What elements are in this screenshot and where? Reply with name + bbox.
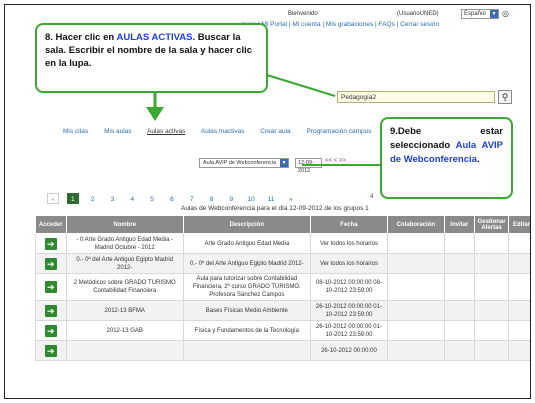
welcome-text: Bienvenido <box>288 11 318 17</box>
table-row: ➔ 26-10-2012 00:00:00 <box>35 340 530 361</box>
callout1-connector <box>266 74 336 97</box>
enter-arrow-icon[interactable]: ➔ <box>44 257 57 270</box>
col-editar: Editar <box>508 215 530 234</box>
table-row: ➔ 0.- 0º del Arte Antiguo Egipto Madrid … <box>35 253 530 274</box>
pager-page-10[interactable]: 10 <box>245 193 257 204</box>
col-fecha: Fecha <box>309 215 389 234</box>
pager-count: 4 <box>370 193 374 200</box>
row-nombre: 2012-13 BFMA <box>65 300 184 321</box>
row-nombre: 2012-13 GAB <box>65 320 184 341</box>
instruction-callout-9: 9.Debe estar seleccionado Aula AVIP de W… <box>380 117 513 199</box>
row-nombre: 0.- 0º del Arte Antiguo Egipto Madrid 20… <box>65 253 184 274</box>
row-fecha: 26-10-2012 00:00:00 <box>309 340 389 361</box>
pager-page-9[interactable]: 9 <box>225 193 237 204</box>
pager-page-1[interactable]: 1 <box>66 193 79 204</box>
search-input[interactable]: Pedagogía2 <box>337 91 495 103</box>
row-descripcion: Física y Fundamentos de la Tecnología <box>182 320 311 341</box>
tab-aulas-activas[interactable]: Aulas activas <box>147 128 185 135</box>
date-field[interactable]: 12-09-2012 <box>295 158 322 174</box>
enter-arrow-icon[interactable]: ➔ <box>44 324 57 337</box>
instruction-callout-8: 8. Hacer clic en AULAS ACTIVAS. Buscar l… <box>35 23 268 93</box>
globe-icon[interactable]: ◎ <box>502 9 509 18</box>
pager-page-4[interactable]: 4 <box>126 193 138 204</box>
down-arrow-icon <box>146 107 164 121</box>
col-alertas: Gestionar Alertas <box>474 215 510 234</box>
col-invitar: Invitar <box>443 215 476 234</box>
language-value: Español <box>464 11 486 17</box>
table-header-row: Acceder Nombre Descripción Fecha Colabor… <box>35 215 530 234</box>
row-fecha[interactable]: Ver todos los horarios <box>309 253 389 274</box>
pager-next[interactable]: » <box>285 193 297 204</box>
date-navigation[interactable]: << < >> <box>325 158 346 164</box>
aula-type-value: Aula AVIP de Webconferencia <box>203 160 277 166</box>
table-caption: Aulas de Webconferencia para el día 12-0… <box>181 205 369 212</box>
row-fecha[interactable]: Ver todos los horarios <box>309 233 389 254</box>
row-nombre <box>65 340 184 361</box>
row-nombre: - 0 Arte Grado Antiguo Edad Media - Madr… <box>65 233 184 254</box>
enter-arrow-icon[interactable]: ➔ <box>44 237 57 250</box>
header-nav-links[interactable]: Inicio | Mi Portal | Mi cuenta | Mis gra… <box>241 21 439 28</box>
pager-page-8[interactable]: 8 <box>206 193 218 204</box>
screenshot-frame: Bienvenido (UsuarioUNED) Español ▼ ◎ Ini… <box>4 4 531 399</box>
pager-page-7[interactable]: 7 <box>186 193 198 204</box>
search-icon[interactable]: ⚲ <box>498 90 512 104</box>
table-row: ➔ 2012-13 GAB Física y Fundamentos de la… <box>35 320 530 341</box>
tab-bar: Mis citas Mis aulas Aulas activas Aulas … <box>63 128 386 135</box>
chevron-down-icon: ▼ <box>490 10 498 18</box>
tab-mis-aulas[interactable]: Mis aulas <box>104 128 131 135</box>
pager-page-3[interactable]: 3 <box>106 193 118 204</box>
tab-programacion-campus[interactable]: Programación campus <box>306 128 371 135</box>
callout8-text-1: 8. Hacer clic en <box>45 32 117 43</box>
chevron-down-icon: ▼ <box>280 159 288 167</box>
col-descripcion: Descripción <box>182 215 311 234</box>
enter-arrow-icon[interactable]: ➔ <box>44 281 57 293</box>
enter-arrow-icon[interactable]: ➔ <box>44 304 57 317</box>
aulas-table: Acceder Nombre Descripción Fecha Colabor… <box>35 215 530 361</box>
col-nombre: Nombre <box>65 215 184 234</box>
row-fecha: 26-10-2012 00:00:00 01-10-2012 23:59:00 <box>309 320 389 341</box>
row-descripcion <box>182 340 311 361</box>
row-descripcion: Arte Grado Antiguo Edad Media <box>182 233 311 254</box>
pager-page-11[interactable]: 11 <box>265 193 277 204</box>
table-row: ➔ - 0 Arte Grado Antiguo Edad Media - Ma… <box>35 233 530 254</box>
aula-type-select[interactable]: Aula AVIP de Webconferencia ▼ <box>199 158 289 168</box>
row-descripcion: Bases Físicas Medio Ambiente <box>182 300 311 321</box>
row-fecha: 08-10-2012 00:00:00 08-10-2012 23:59:00 <box>309 273 389 301</box>
table-row: ➔ 2 Metódicos sobre GRADO TURISMO Contab… <box>35 273 530 301</box>
table-row: ➔ 2012-13 BFMA Bases Físicas Medio Ambie… <box>35 300 530 321</box>
tab-aulas-inactivas[interactable]: Aulas Inactivas <box>201 128 245 135</box>
pager-prev[interactable]: ‹ <box>47 193 59 204</box>
username-text: (UsuarioUNED) <box>397 11 439 17</box>
enter-arrow-icon[interactable]: ➔ <box>44 344 57 357</box>
callout9-text-2: . <box>476 154 480 165</box>
tab-mis-citas[interactable]: Mis citas <box>63 128 88 135</box>
callout8-highlight: AULAS ACTIVAS <box>116 32 193 43</box>
row-nombre: 2 Metódicos sobre GRADO TURISMO Contabil… <box>65 273 184 301</box>
row-descripcion: 0.- 0º del Arte Antiguo Egipto Madrid 20… <box>182 253 311 274</box>
pager-page-2[interactable]: 2 <box>87 193 99 204</box>
language-select[interactable]: Español ▼ <box>461 9 499 19</box>
tab-crear-aula[interactable]: Crear aula <box>260 128 290 135</box>
pagination: ‹ 1 2 3 4 5 6 7 8 9 10 11 » <box>47 193 303 204</box>
row-descripcion: Aula para tutorizar sobre Contabilidad F… <box>182 273 311 301</box>
row-fecha: 26-10-2012 00:00:00 01-10-2012 23:59:00 <box>309 300 389 321</box>
pager-page-6[interactable]: 6 <box>166 193 178 204</box>
col-acceder: Acceder <box>35 215 67 234</box>
col-colaboracion: Colaboración <box>387 215 445 234</box>
pager-page-5[interactable]: 5 <box>146 193 158 204</box>
